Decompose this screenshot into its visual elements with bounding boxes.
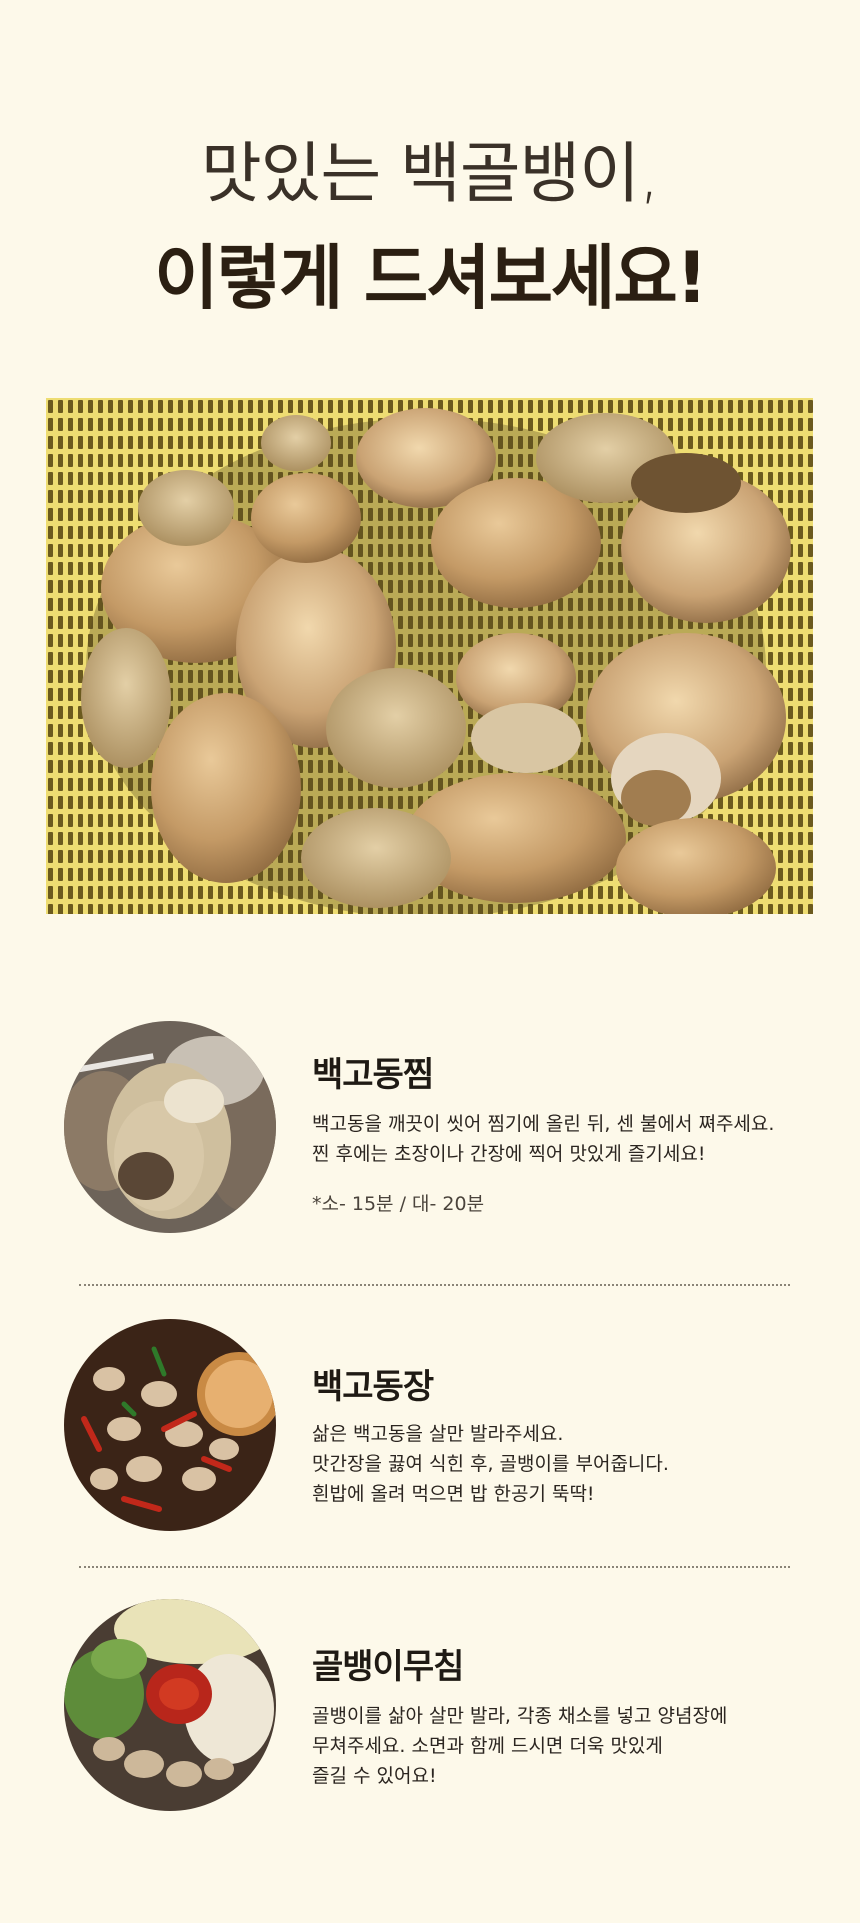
recipe-photo-spicy-salad <box>64 1599 276 1811</box>
recipe-description: 골뱅이를 삶아 살만 발라, 각종 채소를 넣고 양념장에 무쳐주세요. 소면과… <box>312 1701 812 1791</box>
recipe-item: 골뱅이무침 골뱅이를 삶아 살만 발라, 각종 채소를 넣고 양념장에 무쳐주세… <box>64 1599 804 1819</box>
recipe-line: 삶은 백고동을 살만 발라주세요. <box>312 1423 564 1445</box>
recipe-line: 골뱅이를 삶아 살만 발라, 각종 채소를 넣고 양념장에 <box>312 1705 728 1727</box>
cooking-time-note: *소- 15분 / 대- 20분 <box>312 1193 485 1215</box>
hero-whelk-photo <box>46 398 813 914</box>
recipe-title: 백고동장 <box>312 1367 434 1407</box>
divider <box>79 1566 790 1568</box>
heading-line-1: 맛있는 백골뱅이, <box>201 135 660 212</box>
recipe-title: 백고동찜 <box>312 1055 434 1095</box>
recipe-line: 즐길 수 있어요! <box>312 1765 437 1787</box>
recipe-title: 골뱅이무침 <box>312 1647 464 1687</box>
recipe-description: 삶은 백고동을 살만 발라주세요. 맛간장을 끓여 식힌 후, 골뱅이를 부어줍… <box>312 1419 812 1509</box>
recipe-item: 백고동찜 백고동을 깨끗이 씻어 찜기에 올린 뒤, 센 불에서 쪄주세요. 찐… <box>64 1021 804 1241</box>
recipe-item: 백고동장 삶은 백고동을 살만 발라주세요. 맛간장을 끓여 식힌 후, 골뱅이… <box>64 1319 804 1539</box>
divider <box>79 1284 790 1286</box>
recipe-photo-marinated <box>64 1319 276 1531</box>
recipe-photo-steamed <box>64 1021 276 1233</box>
recipe-line: 맛간장을 끓여 식힌 후, 골뱅이를 부어줍니다. <box>312 1453 669 1475</box>
recipe-line: 찐 후에는 초장이나 간장에 찍어 맛있게 즐기세요! <box>312 1143 706 1165</box>
recipe-line: 무쳐주세요. 소면과 함께 드시면 더욱 맛있게 <box>312 1735 663 1757</box>
recipe-description: 백고동을 깨끗이 씻어 찜기에 올린 뒤, 센 불에서 쪄주세요. 찐 후에는 … <box>312 1109 812 1169</box>
recipe-line: 흰밥에 올려 먹으면 밥 한공기 뚝딱! <box>312 1483 595 1505</box>
heading-line-2: 이렇게 드셔보세요! <box>154 237 708 319</box>
recipe-line: 백고동을 깨끗이 씻어 찜기에 올린 뒤, 센 불에서 쪄주세요. <box>312 1113 775 1135</box>
